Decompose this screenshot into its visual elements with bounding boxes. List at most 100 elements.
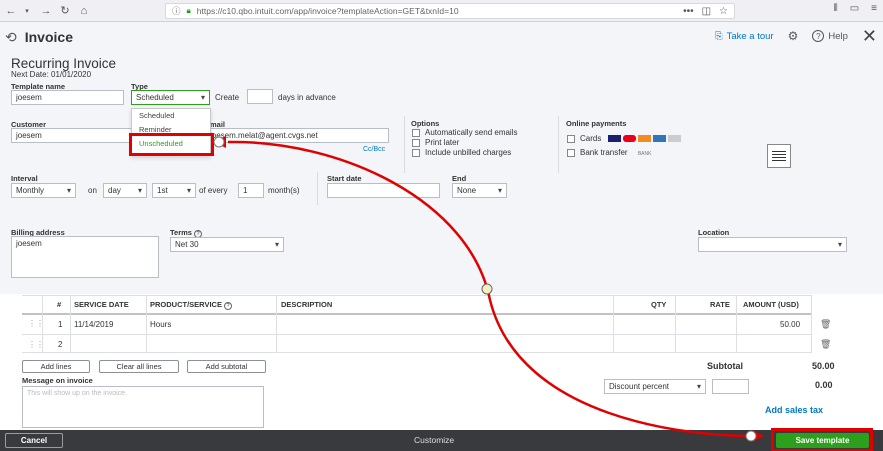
clear-lines-button[interactable]: Clear all lines [99, 360, 179, 373]
tour-icon: ⎘ [714, 30, 723, 42]
col-rate: RATE [710, 300, 730, 309]
customize-link[interactable]: Customize [414, 435, 454, 445]
drag-handle-icon[interactable]: ⋮⋮ [28, 319, 44, 328]
history-icon[interactable]: ⟲ [5, 29, 17, 46]
add-subtotal-button[interactable]: Add subtotal [187, 360, 266, 373]
payment-cards[interactable]: Cards [567, 134, 681, 143]
col-divider [146, 296, 147, 352]
start-date-label: Start date [327, 174, 362, 183]
page-title: Invoice [24, 29, 73, 45]
nth-select[interactable]: 1st [152, 183, 196, 198]
interval-select[interactable]: Monthly [11, 183, 76, 198]
row-amount[interactable]: 50.00 [780, 320, 800, 329]
divider [558, 116, 559, 173]
col-qty: QTY [651, 300, 667, 309]
home-icon[interactable]: ⌂ [76, 3, 92, 19]
drag-handle-icon[interactable]: ⋮⋮ [28, 340, 44, 349]
type-select[interactable]: Scheduled [131, 90, 210, 105]
checkbox[interactable] [412, 138, 420, 147]
sidebar-icon[interactable]: ▭ [850, 3, 859, 14]
gear-icon[interactable]: ⚙ [788, 29, 799, 43]
days-advance-label: days in advance [278, 93, 336, 102]
option-auto-send[interactable]: Automatically send emails [412, 128, 517, 137]
option-unbilled[interactable]: Include unbilled charges [412, 148, 511, 157]
divider [317, 172, 318, 205]
checkbox[interactable] [567, 148, 575, 157]
col-divider [675, 296, 676, 352]
row-divider [22, 334, 812, 335]
info-icon[interactable]: ⓘ [172, 5, 181, 17]
trash-icon[interactable]: 🗑︎ [820, 339, 831, 350]
row-divider [22, 352, 812, 353]
terms-select[interactable]: Net 30 [170, 237, 284, 252]
subtotal-label: Subtotal [707, 361, 743, 371]
back-icon[interactable]: ← [3, 3, 19, 19]
discount-input[interactable] [712, 379, 749, 394]
take-tour-link[interactable]: ⎘ Take a tour [715, 31, 774, 42]
help-icon: ? [812, 30, 825, 42]
billing-address-input[interactable]: joesem [11, 236, 159, 278]
option-print-later[interactable]: Print later [412, 138, 459, 147]
col-divider [70, 296, 71, 352]
next-date: Next Date: 01/01/2020 [11, 70, 92, 79]
discount-select[interactable]: Discount percent [604, 379, 706, 394]
interval-label: Interval [11, 174, 38, 183]
more-icon[interactable]: ••• [683, 6, 694, 17]
start-date-input[interactable] [327, 183, 440, 198]
row-product[interactable]: Hours [150, 320, 171, 329]
col-num: # [57, 300, 62, 309]
message-input[interactable]: This will show up on the invoice. [22, 386, 264, 428]
days-input[interactable] [247, 89, 273, 104]
menu-icon[interactable]: ≡ [871, 3, 877, 14]
col-service-date: SERVICE DATE [74, 300, 129, 309]
template-heading: Recurring Invoice [11, 56, 117, 71]
checkbox[interactable] [567, 134, 575, 143]
location-select[interactable] [698, 237, 847, 252]
chevron-down-icon[interactable]: ▾ [19, 3, 35, 19]
close-icon[interactable]: ✕ [862, 27, 877, 45]
end-select[interactable]: None [452, 183, 507, 198]
pocket-icon[interactable]: ◫ [702, 6, 711, 17]
template-name-input[interactable]: joesem [11, 90, 124, 105]
checkbox[interactable] [412, 148, 420, 157]
help-button[interactable]: ? Help [812, 30, 848, 42]
save-template-button[interactable]: Save template [776, 433, 869, 448]
add-lines-button[interactable]: Add lines [22, 360, 90, 373]
divider [404, 116, 405, 173]
forward-icon[interactable]: → [38, 3, 54, 19]
day-select[interactable]: day [103, 183, 147, 198]
payment-bank[interactable]: Bank transfer BANK [567, 148, 651, 157]
col-amount: AMOUNT (USD) [743, 300, 799, 309]
col-divider [276, 296, 277, 352]
trash-icon[interactable]: 🗑︎ [820, 319, 831, 330]
browser-toolbar: ← ▾ → ↻ ⌂ ⓘ 🔒︎ https://c10.qbo.intuit.co… [0, 0, 883, 22]
online-payments-label: Online payments [566, 119, 627, 128]
url-bar[interactable]: ⓘ 🔒︎ https://c10.qbo.intuit.com/app/invo… [165, 3, 735, 19]
add-sales-tax-link[interactable]: Add sales tax [765, 405, 823, 415]
table-top-border [22, 295, 812, 296]
invoice-header: ⟲ Invoice ⎘ Take a tour ⚙ ? Help ✕ [0, 22, 883, 52]
row-num: 2 [58, 340, 63, 349]
library-icon[interactable]: ⫴ [834, 3, 838, 14]
type-option-scheduled[interactable]: Scheduled [132, 109, 210, 123]
type-option-unscheduled[interactable]: Unscheduled [132, 137, 210, 151]
message-label: Message on invoice [22, 376, 93, 385]
help-icon[interactable]: ? [224, 302, 233, 310]
months-count-input[interactable]: 1 [238, 183, 264, 198]
type-option-reminder[interactable]: Reminder [132, 123, 210, 137]
cc-bcc-link[interactable]: Cc/Bcc [363, 146, 385, 153]
col-description: DESCRIPTION [281, 300, 333, 309]
months-label: month(s) [268, 186, 300, 195]
document-icon[interactable] [767, 144, 791, 168]
col-product: PRODUCT/SERVICE ? [150, 300, 233, 310]
col-divider [613, 296, 614, 352]
row-date[interactable]: 11/14/2019 [74, 320, 113, 329]
col-divider [736, 296, 737, 352]
email-input[interactable]: joesem.melat@agent.cvgs.net [205, 128, 389, 143]
location-label: Location [698, 228, 730, 237]
checkbox[interactable] [412, 128, 420, 137]
star-icon[interactable]: ☆ [719, 6, 728, 17]
subtotal-value: 50.00 [812, 361, 835, 371]
cancel-button[interactable]: Cancel [5, 433, 63, 448]
reload-icon[interactable]: ↻ [57, 3, 73, 19]
